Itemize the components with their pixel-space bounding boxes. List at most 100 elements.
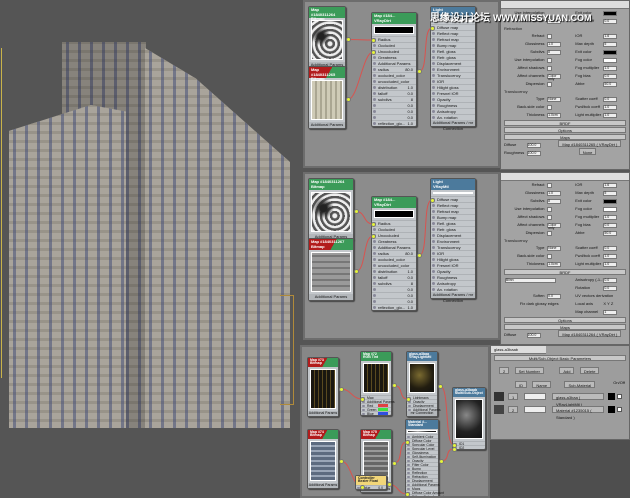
socket-port[interactable] [429,197,435,203]
socket-port[interactable] [370,37,376,43]
node-header[interactable]: Map #75 Bitmap [361,430,391,439]
socket-port[interactable] [353,209,359,214]
socket-port[interactable] [391,460,397,466]
node-header[interactable]: Map #72 RGB Tint [361,352,391,361]
node-header[interactable]: glass-a3baa VRayLightMtl [407,352,437,361]
node-header[interactable]: glass-a3baab Multi/Sub-Object [453,388,485,397]
socket-port[interactable] [416,69,422,74]
socket-port[interactable] [353,269,359,274]
param-row[interactable]: Glossiness 1.0 Max depth 5 [501,40,629,48]
material-name-field[interactable]: glass-a3baab [491,346,547,354]
param-row[interactable]: Thickness 1.0cm Light multiplier 1.0 [501,260,629,268]
param-row[interactable]: Back-side color Fwd/bck coeff 1.0 [501,103,629,111]
spinner[interactable]: 100.0 [526,150,541,156]
brdf-row[interactable]: Fix dark glossy edges Local axis X Y Z [501,300,629,308]
spinner[interactable]: 0.0 [603,285,618,291]
material-node[interactable]: Map #74 Bitmap Additional Params [307,429,339,489]
spinner[interactable]: 0.0 [603,18,618,24]
param-row[interactable]: Use interpolation Fog color [501,56,629,64]
map-button[interactable]: Map #1840311265 ( VRayDirt ) [558,140,622,147]
socket-port[interactable] [345,37,351,42]
axis-z[interactable]: Z [611,301,613,306]
checkbox[interactable] [547,33,553,39]
socket-port[interactable] [404,439,410,445]
material-node[interactable]: Light VRayMtl Diffuse map Reflect map Refrac… [430,178,476,303]
param-field[interactable]: 1.0 [603,65,618,71]
param-field[interactable]: 1.0 [603,261,618,267]
socket-port[interactable] [370,221,376,227]
spinner[interactable]: 100.0 [526,332,541,338]
node-slot[interactable]: An. rotation [431,286,475,292]
node-header[interactable]: Map #1840311264 Bitmap [309,179,353,190]
node-footer[interactable]: Additional Params [308,411,338,416]
param-field[interactable]: 1.0cm [547,112,562,118]
delete-button[interactable]: Delete [579,367,600,374]
map-row-diffuse[interactable]: Diffuse 100.0 Map #1840311264 ( VRayDirt ) [501,330,629,339]
id-field[interactable]: 1 [508,393,518,400]
material-node[interactable]: Map #184... VRayDirt Radius Occluded Unocclu… [371,12,417,127]
color-swatch[interactable] [603,57,618,63]
param-field[interactable]: 0.0 [603,96,618,102]
param-row[interactable]: Use interpolation Fog color [501,205,629,213]
add-button[interactable]: Add [559,367,575,374]
name-field[interactable] [524,406,546,413]
node-header[interactable]: Controller Bezier Float [356,476,386,485]
param-row[interactable]: Back-side color Fwd/bck coeff 1.0 [501,252,629,260]
checkbox[interactable] [547,81,553,87]
material-node[interactable]: Map #184... VRayDirt Radius Occluded Unocclu… [371,196,417,311]
radio-local-axis[interactable]: Local axis [575,300,593,308]
node-slot[interactable]: reflection_glo... 1.0 [372,120,416,126]
checkbox[interactable] [547,230,553,236]
material-node[interactable]: Map #1840311264 Bitmap Additional Params [308,178,354,241]
socket-port[interactable] [386,482,392,487]
socket-port[interactable] [416,253,422,258]
param-field[interactable]: 1.6 [603,33,618,39]
exit-color-swatch[interactable] [603,10,618,16]
param-row[interactable]: Subdivs 8 Exit color [501,48,629,56]
sort-id-button[interactable]: ID [515,381,527,388]
rollout-brdf[interactable]: BRDF [504,120,626,126]
param-field[interactable]: 5 [603,41,618,47]
param-field[interactable]: 1.0 [603,214,618,220]
brdf-type-dropdown[interactable]: Blinn [504,277,557,283]
material-node[interactable]: glass-a3baa VRayLightMtl Lightmaps Opacity D… [406,351,441,417]
param-row[interactable]: Refract IOR 1.6 [501,181,629,189]
param-field[interactable]: 0.0 [603,73,618,79]
node-header[interactable]: Map #1840311264 Bitmap [309,7,345,21]
socket-port[interactable] [370,233,376,239]
socket-port[interactable] [451,446,457,452]
material-node[interactable]: Map #73 Bitmap Additional Params [307,357,339,417]
color-swatch[interactable] [603,198,618,204]
material-node[interactable]: Map #1840311267 Bitmap Additional Params [308,238,354,301]
checkbox[interactable] [547,57,553,63]
node-slot[interactable]: reflection_glo... 1.0 [372,304,416,310]
color-swatch[interactable] [603,49,618,55]
param-row[interactable]: Affect shadows Fog multiplier 1.0 [501,64,629,72]
socket-port[interactable] [359,484,365,490]
spinner[interactable]: 0.0 [603,277,618,283]
map-row-diffuse[interactable]: Diffuse 100.0 Map #1840311265 ( VRayDirt ) [501,140,629,149]
socket-port[interactable] [359,396,365,402]
brdf-row[interactable]: Blinn Anisotropy (-1..1) 0.0 [501,276,629,284]
submaterial-button[interactable]: Material #1235015 ( Standard ) [552,406,604,420]
sort-submaterial-button[interactable]: Sub-Material [564,381,596,388]
param-field[interactable]: 1.0 [547,41,562,47]
socket-port[interactable] [437,383,443,389]
axis-buttons[interactable]: X Y Z [603,300,613,308]
brdf-row[interactable]: Soften 0.0 UV vectors derivation [501,292,629,300]
node-slot[interactable]: Diffuse Color Amount [406,494,444,496]
node-header[interactable]: Light VRayMtl [431,179,475,190]
node-editor-3[interactable]: Map #73 Bitmap Additional Params Map #72 RGB… [300,345,490,498]
node-header[interactable]: Material #... Standard [406,420,438,429]
param-field[interactable]: None [547,96,562,102]
node-slot[interactable]: An. rotation [431,114,475,120]
node-header[interactable]: Map #184... VRayDirt [372,13,416,24]
axis-x[interactable]: X [603,301,606,306]
checkbox[interactable] [547,182,553,188]
sort-name-button[interactable]: Name [532,381,552,388]
node-header[interactable]: Map #1840311265 Bitmap [309,67,345,81]
color-swatch[interactable] [608,393,615,400]
material-node[interactable]: Material #... Standard Ambient Color Diffus… [405,419,444,496]
param-row[interactable]: Dispersion Abbe 50.0 [501,80,629,88]
param-field[interactable]: 0.0 [603,245,618,251]
